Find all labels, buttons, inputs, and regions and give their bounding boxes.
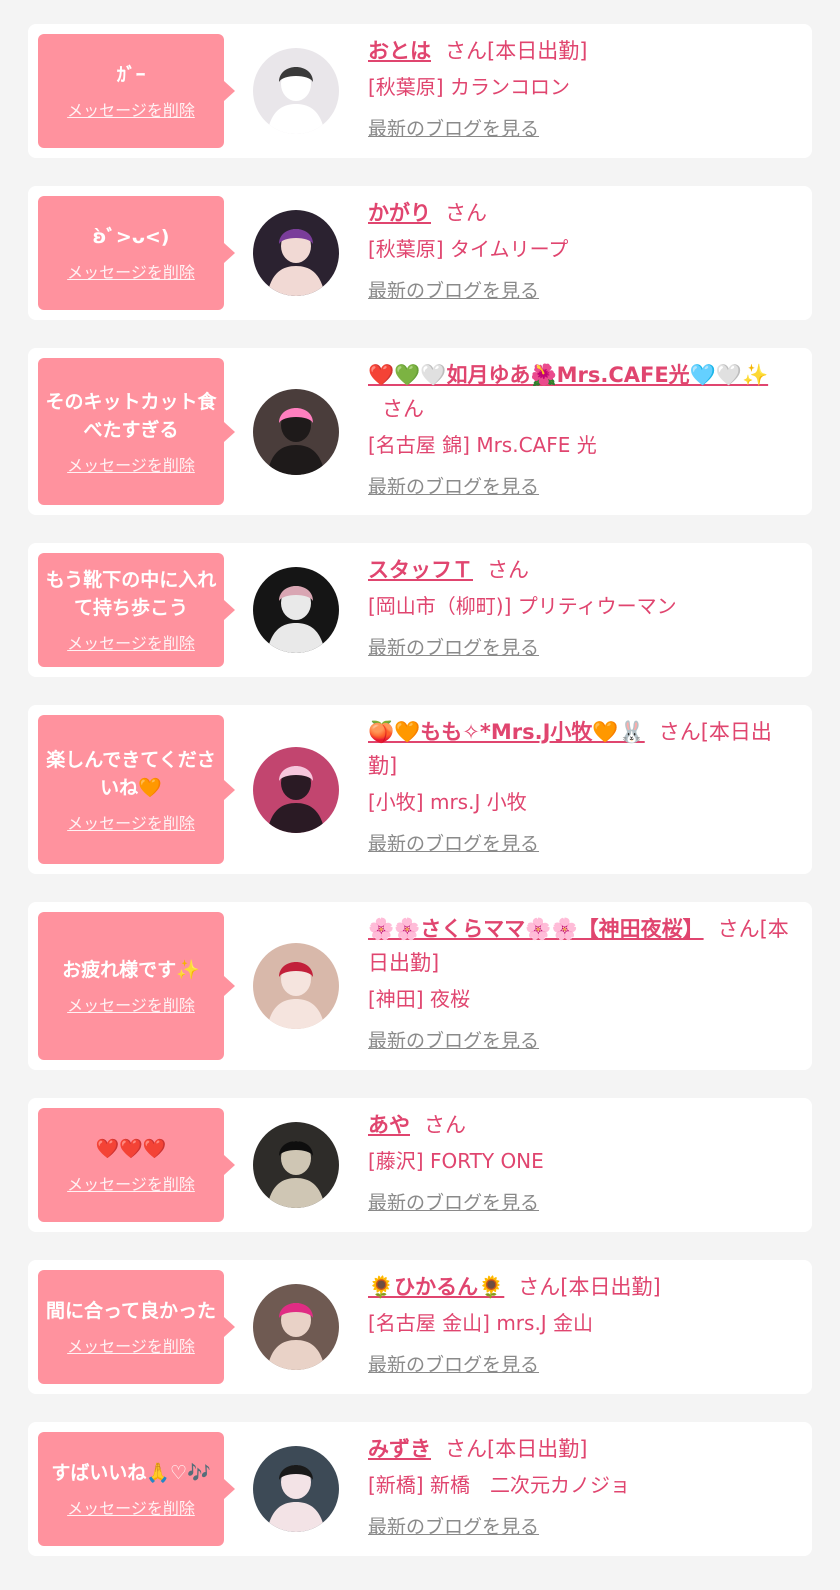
message-text: ʚ̀ﾞ>ᴗ<): [92, 226, 170, 248]
shop-label: [神田] 夜桜: [368, 987, 470, 1011]
delete-message-link[interactable]: メッセージを削除: [67, 452, 195, 476]
girl-name-link[interactable]: みずき: [368, 1437, 431, 1461]
name-suffix: さん[本日出勤]: [518, 1275, 661, 1299]
avatar[interactable]: [253, 388, 339, 475]
latest-blog-link[interactable]: 最新のブログを見る: [368, 1352, 539, 1378]
shop-label: [名古屋 錦] Mrs.CAFE 光: [368, 433, 597, 457]
message-text: お疲れ様です✨: [62, 959, 200, 981]
shop-label: [岡山市（柳町)] プリティウーマン: [368, 594, 677, 618]
girl-name-link[interactable]: ❤️💚🤍如月ゆあ🌺Mrs.CAFE光🩵🤍✨: [368, 363, 768, 387]
message-bubble: もう靴下の中に入れて持ち歩こう メッセージを削除: [38, 553, 235, 667]
message-card: 間に合って良かった メッセージを削除 🌻ひかるん🌻 さん[本日出勤] [名古屋 金…: [28, 1260, 812, 1394]
message-text: もう靴下の中に入れて持ち歩こう: [45, 569, 217, 619]
latest-blog-link[interactable]: 最新のブログを見る: [368, 1028, 539, 1054]
avatar[interactable]: [253, 210, 339, 296]
avatar[interactable]: [253, 746, 339, 833]
latest-blog-link[interactable]: 最新のブログを見る: [368, 116, 539, 142]
avatar[interactable]: [253, 943, 339, 1029]
message-bubble: ʚ̀ﾞ>ᴗ<) メッセージを削除: [38, 196, 235, 310]
shop-label: [藤沢] FORTY ONE: [368, 1149, 544, 1173]
avatar[interactable]: [253, 1446, 339, 1532]
latest-blog-link[interactable]: 最新のブログを見る: [368, 635, 539, 661]
avatar[interactable]: [253, 1284, 339, 1370]
latest-blog-link[interactable]: 最新のブログを見る: [368, 1514, 539, 1540]
message-bubble: お疲れ様です✨ メッセージを削除: [38, 912, 235, 1060]
message-text: ｶﾞｰ: [116, 64, 146, 86]
message-card: お疲れ様です✨ メッセージを削除 🌸🌸さくらママ🌸🌸【神田夜桜】 さん[本日出勤]…: [28, 902, 812, 1070]
message-list: ｶﾞｰ メッセージを削除 おとは さん[本日出勤] [秋葉原] カランコロン 最新…: [0, 0, 840, 1590]
shop-label: [小牧] mrs.J 小牧: [368, 790, 527, 814]
message-bubble: ｶﾞｰ メッセージを削除: [38, 34, 235, 148]
shop-label: [秋葉原] カランコロン: [368, 75, 570, 99]
delete-message-link[interactable]: メッセージを削除: [67, 992, 195, 1016]
girl-name-link[interactable]: 🌸🌸さくらママ🌸🌸【神田夜桜】: [368, 917, 704, 941]
message-bubble: 楽しんできてくださいね🧡 メッセージを削除: [38, 715, 235, 864]
latest-blog-link[interactable]: 最新のブログを見る: [368, 1190, 539, 1216]
latest-blog-link[interactable]: 最新のブログを見る: [368, 278, 539, 304]
message-card: そのキットカット食べたすぎる メッセージを削除 ❤️💚🤍如月ゆあ🌺Mrs.CAF…: [28, 348, 812, 515]
shop-label: [秋葉原] タイムリープ: [368, 237, 569, 261]
delete-message-link[interactable]: メッセージを削除: [67, 97, 195, 121]
message-text: ❤️❤️❤️: [95, 1138, 167, 1160]
latest-blog-link[interactable]: 最新のブログを見る: [368, 474, 539, 500]
message-card: ❤️❤️❤️ メッセージを削除 あや さん [藤沢] FORTY ONE 最新のブ…: [28, 1098, 812, 1232]
latest-blog-link[interactable]: 最新のブログを見る: [368, 831, 539, 857]
name-suffix: さん: [445, 201, 487, 225]
message-bubble: ❤️❤️❤️ メッセージを削除: [38, 1108, 235, 1222]
shop-label: [新橋] 新橋 二次元カノジョ: [368, 1473, 630, 1497]
delete-message-link[interactable]: メッセージを削除: [67, 1495, 195, 1519]
message-card: すばいいね🙏♡🎶 メッセージを削除 みずき さん[本日出勤] [新橋] 新橋 二次…: [28, 1422, 812, 1556]
name-suffix: さん[本日出勤]: [445, 39, 588, 63]
name-suffix: さん: [382, 397, 424, 421]
delete-message-link[interactable]: メッセージを削除: [67, 1171, 195, 1195]
message-card: ʚ̀ﾞ>ᴗ<) メッセージを削除 かがり さん [秋葉原] タイムリープ 最新のブ…: [28, 186, 812, 320]
message-card: 楽しんできてくださいね🧡 メッセージを削除 🍑🧡もも✧*Mrs.J小牧🧡🐰 さん[…: [28, 705, 812, 874]
avatar[interactable]: [253, 1122, 339, 1208]
girl-name-link[interactable]: スタッフＴ: [368, 558, 473, 582]
message-text: 楽しんできてくださいね🧡: [46, 748, 216, 799]
girl-name-link[interactable]: 🍑🧡もも✧*Mrs.J小牧🧡🐰: [368, 720, 645, 744]
message-text: 間に合って良かった: [45, 1300, 217, 1322]
message-bubble: 間に合って良かった メッセージを削除: [38, 1270, 235, 1384]
girl-name-link[interactable]: あや: [368, 1113, 410, 1137]
message-card: ｶﾞｰ メッセージを削除 おとは さん[本日出勤] [秋葉原] カランコロン 最新…: [28, 24, 812, 158]
delete-message-link[interactable]: メッセージを削除: [67, 630, 195, 654]
girl-name-link[interactable]: おとは: [368, 39, 431, 63]
delete-message-link[interactable]: メッセージを削除: [67, 259, 195, 283]
message-card: もう靴下の中に入れて持ち歩こう メッセージを削除 スタッフＴ さん [岡山市（柳町…: [28, 543, 812, 677]
avatar[interactable]: [253, 567, 339, 653]
message-text: すばいいね🙏♡🎶: [51, 1462, 211, 1484]
girl-name-link[interactable]: 🌻ひかるん🌻: [368, 1275, 504, 1299]
delete-message-link[interactable]: メッセージを削除: [67, 810, 195, 834]
name-suffix: さん: [487, 558, 529, 582]
shop-label: [名古屋 金山] mrs.J 金山: [368, 1311, 594, 1335]
message-bubble: そのキットカット食べたすぎる メッセージを削除: [38, 358, 235, 505]
name-suffix: さん: [424, 1113, 466, 1137]
name-suffix: さん[本日出勤]: [445, 1437, 588, 1461]
delete-message-link[interactable]: メッセージを削除: [67, 1333, 195, 1357]
girl-name-link[interactable]: かがり: [368, 201, 431, 225]
message-bubble: すばいいね🙏♡🎶 メッセージを削除: [38, 1432, 235, 1546]
message-text: そのキットカット食べたすぎる: [45, 390, 217, 441]
avatar[interactable]: [253, 48, 339, 134]
